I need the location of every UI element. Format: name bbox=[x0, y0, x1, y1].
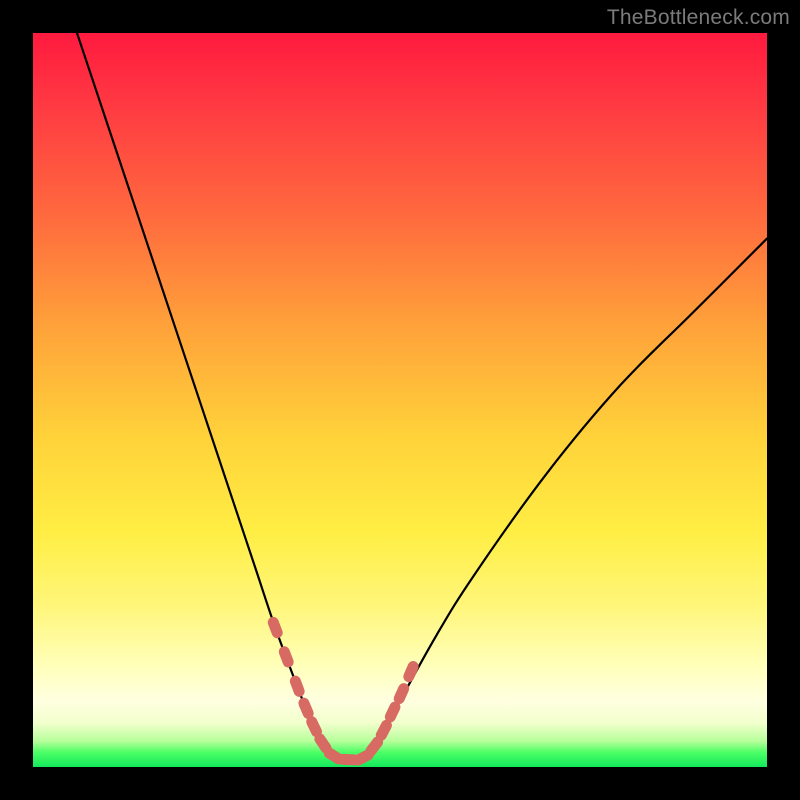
valley-marker bbox=[399, 689, 404, 699]
valley-marker bbox=[295, 681, 299, 691]
outer-frame: TheBottleneck.com bbox=[0, 0, 800, 800]
valley-marker bbox=[343, 759, 354, 760]
bottleneck-curve bbox=[77, 33, 767, 761]
valley-marker bbox=[312, 722, 317, 732]
valley-marker bbox=[329, 753, 338, 759]
valley-markers bbox=[273, 622, 413, 760]
valley-marker bbox=[390, 707, 395, 717]
valley-marker bbox=[320, 739, 326, 748]
valley-marker bbox=[284, 652, 288, 662]
valley-marker bbox=[358, 755, 368, 760]
valley-marker bbox=[304, 703, 308, 713]
watermark-text: TheBottleneck.com bbox=[607, 6, 790, 30]
curve-svg bbox=[33, 33, 767, 767]
valley-marker bbox=[371, 742, 378, 751]
valley-marker bbox=[273, 622, 277, 632]
valley-marker bbox=[409, 667, 413, 677]
valley-marker bbox=[381, 725, 386, 735]
plot-area bbox=[33, 33, 767, 767]
